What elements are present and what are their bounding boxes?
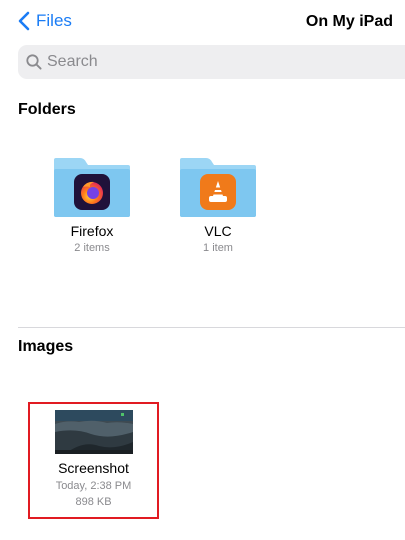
back-button[interactable]: Files	[18, 11, 72, 31]
firefox-app-icon	[74, 174, 110, 210]
page-title: On My iPad	[305, 13, 393, 30]
file-name: Screenshot	[58, 460, 129, 476]
folder-icon	[179, 155, 257, 217]
back-button-label: Files	[36, 11, 72, 30]
navigation-bar: Files On My iPad	[0, 0, 405, 44]
folder-item-count: 2 items	[74, 242, 110, 254]
search-input[interactable]	[47, 53, 367, 71]
folder-name: VLC	[204, 223, 232, 239]
file-size: 898 KB	[75, 496, 112, 508]
images-section-title: Images	[18, 338, 74, 355]
folder-vlc[interactable]: VLC 1 item	[168, 155, 268, 255]
vlc-cone-icon	[200, 174, 236, 210]
folder-item-count: 1 item	[203, 242, 233, 254]
section-divider	[18, 327, 405, 328]
folder-icon	[53, 155, 131, 217]
screenshot-thumbnail	[54, 410, 133, 454]
file-date: Today, 2:38 PM	[55, 480, 132, 492]
chevron-left-icon	[18, 11, 30, 31]
search-icon	[26, 54, 42, 70]
files-browser: Files On My iPad Folders	[0, 0, 405, 540]
folders-section-title: Folders	[18, 101, 76, 118]
folder-name: Firefox	[70, 223, 114, 239]
image-file-screenshot[interactable]: Screenshot Today, 2:38 PM 898 KB	[28, 402, 159, 519]
folder-firefox[interactable]: Firefox 2 items	[42, 155, 142, 255]
search-bar[interactable]	[18, 45, 405, 79]
